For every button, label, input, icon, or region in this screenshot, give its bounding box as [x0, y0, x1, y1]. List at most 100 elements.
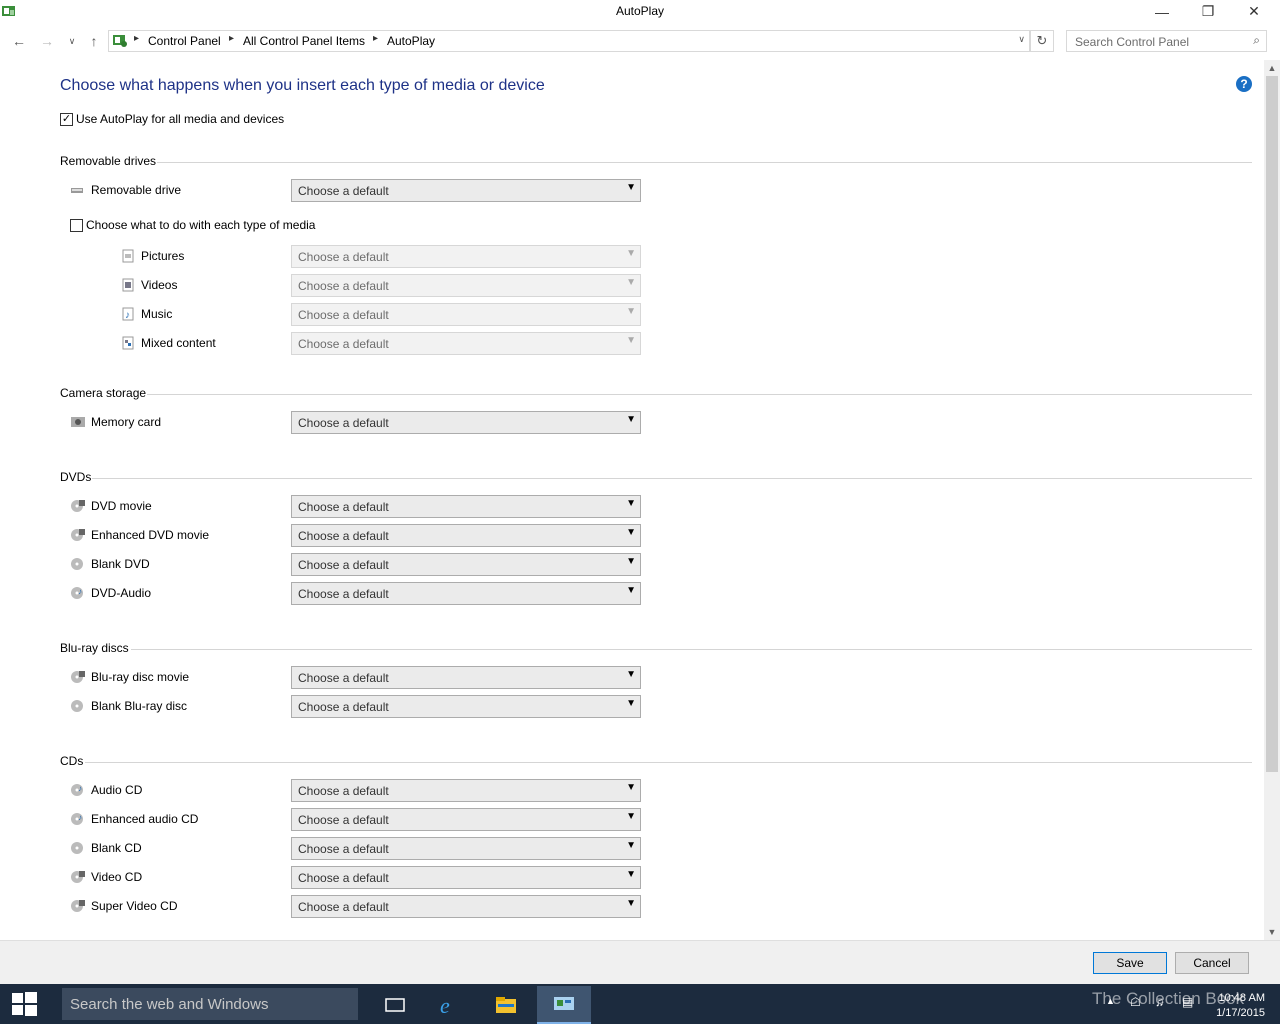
- search-input[interactable]: [1073, 33, 1247, 51]
- dvd-audio-select[interactable]: Choose a default ▼: [291, 582, 641, 605]
- close-button[interactable]: ✕: [1231, 0, 1277, 23]
- mixed-content-select[interactable]: Choose a default ▼: [291, 332, 641, 355]
- maximize-button[interactable]: ❐: [1185, 0, 1231, 23]
- item-label: DVD movie: [91, 499, 152, 513]
- up-button[interactable]: ↑: [84, 31, 104, 51]
- page-title: Choose what happens when you insert each…: [60, 77, 545, 94]
- item-label: Mixed content: [141, 336, 216, 350]
- network-icon[interactable]: ☖: [1130, 995, 1141, 1009]
- chevron-down-icon: ▼: [626, 669, 636, 680]
- chevron-down-icon: ▼: [626, 782, 636, 793]
- window-title: AutoPlay: [615, 4, 665, 18]
- item-label: Super Video CD: [91, 899, 178, 913]
- breadcrumb-separator: ▸: [134, 33, 140, 44]
- media-type-label[interactable]: Choose what to do with each type of medi…: [86, 218, 315, 232]
- item-label: DVD-Audio: [91, 586, 152, 600]
- chevron-down-icon: ▼: [626, 869, 636, 880]
- folder-icon: [496, 997, 516, 1013]
- enhanced-dvd-select[interactable]: Choose a default ▼: [291, 524, 641, 547]
- recent-locations-button[interactable]: ∨: [62, 31, 82, 51]
- videos-select[interactable]: Choose a default ▼: [291, 274, 641, 297]
- media-type-checkbox[interactable]: [70, 219, 83, 232]
- videos-icon: [121, 278, 135, 292]
- blank-bluray-select[interactable]: Choose a default ▼: [291, 695, 641, 718]
- section-camera-storage: Camera storage: [60, 386, 147, 400]
- scroll-thumb[interactable]: [1266, 76, 1278, 772]
- start-button[interactable]: [10, 991, 38, 1017]
- address-dropdown-icon[interactable]: ∨: [1018, 34, 1025, 45]
- use-autoplay-checkbox[interactable]: ✓: [60, 113, 73, 126]
- location-icon: [112, 33, 128, 51]
- button-bar: [0, 940, 1280, 985]
- bluray-movie-select[interactable]: Choose a default ▼: [291, 666, 641, 689]
- action-center-icon[interactable]: ▤: [1182, 995, 1193, 1009]
- scroll-down-icon[interactable]: ▼: [1264, 924, 1280, 940]
- back-button[interactable]: ←: [9, 31, 29, 51]
- video-cd-icon: [70, 870, 85, 884]
- dvd-movie-select[interactable]: Choose a default ▼: [291, 495, 641, 518]
- help-icon[interactable]: ?: [1236, 76, 1252, 92]
- minimize-button[interactable]: —: [1139, 0, 1185, 23]
- breadcrumb-all-items[interactable]: All Control Panel Items: [243, 34, 365, 48]
- item-label: Blank Blu-ray disc: [91, 699, 188, 713]
- breadcrumb-control-panel[interactable]: Control Panel: [148, 34, 221, 48]
- item-label: Blank DVD: [91, 557, 150, 571]
- select-value: Choose a default: [298, 700, 389, 714]
- music-select[interactable]: Choose a default ▼: [291, 303, 641, 326]
- chevron-down-icon: ▼: [626, 277, 636, 288]
- task-view-button[interactable]: [368, 986, 422, 1024]
- blank-dvd-select[interactable]: Choose a default ▼: [291, 553, 641, 576]
- item-label: Blu-ray disc movie: [91, 670, 190, 684]
- item-label: Pictures: [141, 249, 185, 263]
- item-label: Blank CD: [91, 841, 142, 855]
- blank-bluray-icon: [70, 699, 84, 713]
- address-bar[interactable]: ▸ Control Panel ▸ All Control Panel Item…: [108, 30, 1030, 52]
- select-value: Choose a default: [298, 529, 389, 543]
- vertical-scrollbar[interactable]: ▲ ▼: [1264, 60, 1280, 940]
- enhanced-audio-cd-select[interactable]: Choose a default ▼: [291, 808, 641, 831]
- save-button[interactable]: Save: [1093, 952, 1167, 974]
- audio-cd-icon: ♪: [70, 783, 84, 797]
- pictures-select[interactable]: Choose a default ▼: [291, 245, 641, 268]
- taskbar-app-explorer[interactable]: [479, 986, 533, 1024]
- bluray-movie-icon: [70, 670, 85, 684]
- super-video-cd-icon: [70, 899, 85, 913]
- taskbar-app-control-panel[interactable]: [537, 986, 591, 1024]
- memory-card-icon: [70, 415, 85, 429]
- removable-drive-select[interactable]: Choose a default ▼: [291, 179, 641, 202]
- scroll-up-icon[interactable]: ▲: [1264, 60, 1280, 76]
- item-label: Video CD: [91, 870, 143, 884]
- select-value: Choose a default: [298, 308, 389, 322]
- use-autoplay-label[interactable]: Use AutoPlay for all media and devices: [76, 112, 284, 126]
- select-value: Choose a default: [298, 842, 389, 856]
- select-value: Choose a default: [298, 671, 389, 685]
- volume-icon[interactable]: ♫: [1155, 995, 1164, 1009]
- clock-time: 10:48 AM: [1218, 992, 1265, 1004]
- cancel-button[interactable]: Cancel: [1175, 952, 1249, 974]
- search-box[interactable]: ⌕: [1066, 30, 1267, 52]
- clock[interactable]: 10:48 AM 1/17/2015: [1207, 991, 1265, 1021]
- blank-cd-select[interactable]: Choose a default ▼: [291, 837, 641, 860]
- forward-button[interactable]: →: [37, 31, 57, 51]
- mixed-content-icon: [121, 336, 135, 350]
- windows-logo-icon: [12, 992, 37, 1016]
- section-divider: [92, 478, 1252, 479]
- memory-card-select[interactable]: Choose a default ▼: [291, 411, 641, 434]
- select-value: Choose a default: [298, 900, 389, 914]
- show-hidden-icons-icon[interactable]: ▲: [1106, 996, 1115, 1006]
- taskbar-app-ie[interactable]: e: [422, 986, 476, 1024]
- section-divider: [157, 162, 1252, 163]
- super-video-cd-select[interactable]: Choose a default ▼: [291, 895, 641, 918]
- dvd-audio-icon: ♪: [70, 586, 84, 600]
- audio-cd-select[interactable]: Choose a default ▼: [291, 779, 641, 802]
- chevron-down-icon: ▼: [626, 898, 636, 909]
- select-value: Choose a default: [298, 784, 389, 798]
- select-value: Choose a default: [298, 416, 389, 430]
- breadcrumb-autoplay[interactable]: AutoPlay: [387, 34, 435, 48]
- video-cd-select[interactable]: Choose a default ▼: [291, 866, 641, 889]
- refresh-button[interactable]: ↻: [1030, 30, 1054, 52]
- svg-text:♪: ♪: [78, 587, 82, 596]
- chevron-down-icon: ▼: [626, 556, 636, 567]
- chevron-down-icon: ▼: [626, 585, 636, 596]
- taskbar-search[interactable]: Search the web and Windows: [62, 988, 358, 1020]
